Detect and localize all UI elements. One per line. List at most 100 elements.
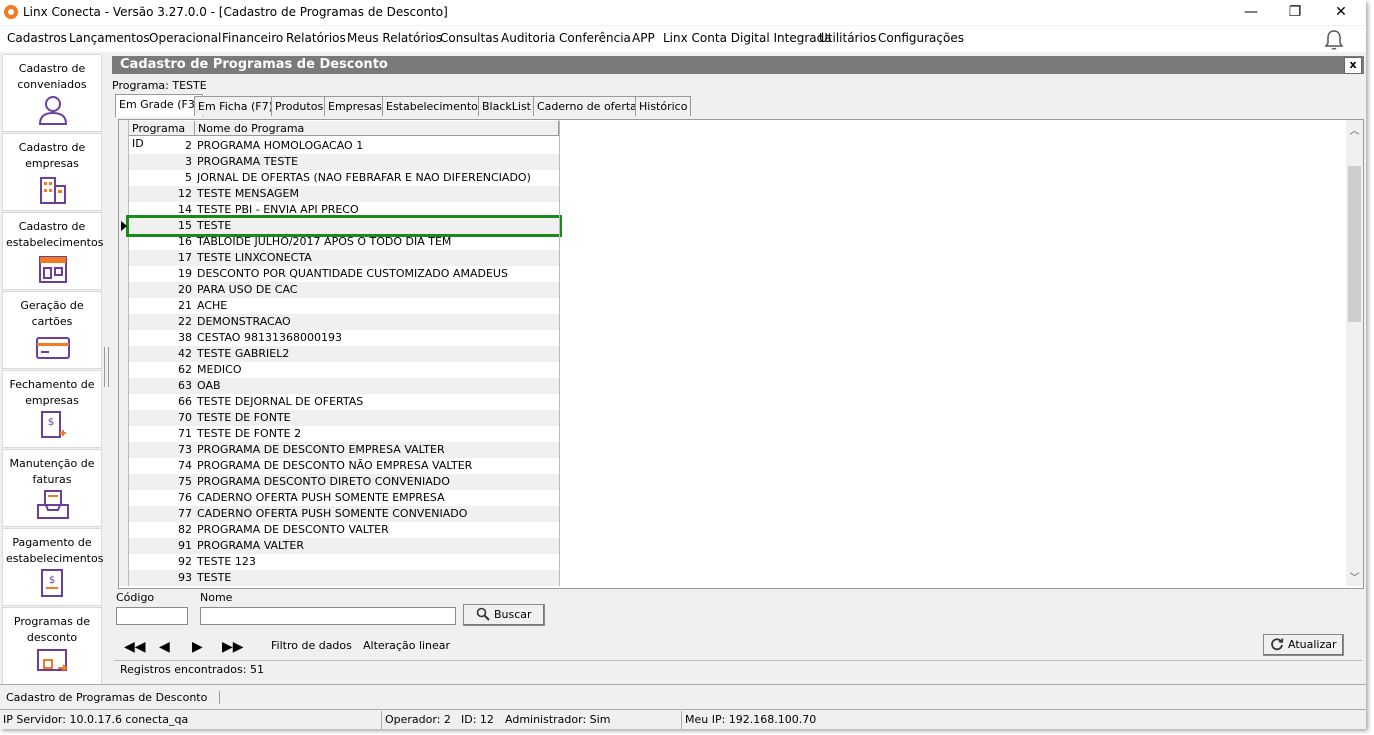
last-record-icon[interactable]: ▶▶ <box>222 640 244 654</box>
menu-cadastros[interactable]: Cadastros <box>7 31 67 45</box>
scroll-up-icon[interactable]: ︿ <box>1346 122 1363 137</box>
cell-programa-id: 82 <box>178 523 192 536</box>
column-header-programa-id[interactable]: Programa ID <box>129 121 195 150</box>
filtro-dados-link[interactable]: Filtro de dados <box>271 639 352 652</box>
table-row[interactable]: 14 TESTE PBI - ENVIA API PRECO <box>129 202 559 218</box>
programs-grid: Programa ID Nome do Programa 2 PROGRAMA H… <box>118 119 1364 589</box>
status-bar: IP Servidor: 10.0.17.6 conecta_qa Operad… <box>0 711 1366 729</box>
tab-caderno-ofertas[interactable]: Caderno de ofertas <box>533 96 647 116</box>
tab-empresas[interactable]: Empresas <box>324 96 386 116</box>
scroll-down-icon[interactable]: ﹀ <box>1346 569 1363 584</box>
table-row[interactable]: 63 OAB <box>129 378 559 394</box>
form-close-button[interactable]: x <box>1344 57 1362 74</box>
table-row[interactable]: 22 DEMONSTRACAO <box>129 314 559 330</box>
table-row[interactable]: 17 TESTE LINXCONECTA <box>129 250 559 266</box>
table-row[interactable]: 62 MEDICO <box>129 362 559 378</box>
cell-programa-id: 66 <box>178 395 192 408</box>
sidebar-splitter[interactable] <box>104 347 109 387</box>
vertical-scrollbar[interactable]: ︿ ﹀ <box>1346 120 1363 586</box>
menu-linx-conta-digital[interactable]: Linx Conta Digital Integrada <box>663 31 832 45</box>
restore-button[interactable]: ❐ <box>1272 0 1318 25</box>
first-record-icon[interactable]: ◀◀ <box>124 640 146 654</box>
table-row[interactable]: 16 TABLOIDE JULHO/2017 APOS O TODO DIA TE… <box>129 234 559 250</box>
cell-nome-programa: PROGRAMA HOMOLOGACAO 1 <box>197 139 364 152</box>
table-row[interactable]: 19 DESCONTO POR QUANTIDADE CUSTOMIZADO AM… <box>129 266 559 282</box>
buscar-button[interactable]: Buscar <box>463 604 545 626</box>
table-row[interactable]: 38 CESTAO 98131368000193 <box>129 330 559 346</box>
sidebar-item-pagamento[interactable]: Pagamento de estabelecimentos $ <box>2 528 103 606</box>
table-row[interactable]: 92 TESTE 123 <box>129 554 559 570</box>
menu-meus-relatorios[interactable]: Meus Relatórios <box>347 31 442 45</box>
table-row[interactable]: 82 PROGRAMA DE DESCONTO VALTER <box>129 522 559 538</box>
atualizar-button[interactable]: Atualizar <box>1263 634 1344 656</box>
table-row[interactable]: 5 JORNAL DE OFERTAS (NAO FEBRAFAR E NAO D… <box>129 170 559 186</box>
table-row[interactable]: 71 TESTE DE FONTE 2 <box>129 426 559 442</box>
sidebar-item-label: Cadastro de empresas <box>18 141 86 170</box>
tab-historico[interactable]: Histórico <box>635 96 692 116</box>
table-row[interactable]: 12 TESTE MENSAGEM <box>129 186 559 202</box>
cell-nome-programa: TESTE <box>197 219 232 232</box>
records-count: Registros encontrados: 51 <box>114 660 1362 678</box>
close-window-button[interactable]: ✕ <box>1318 0 1364 25</box>
cell-nome-programa: CESTAO 98131368000193 <box>197 331 342 344</box>
sidebar-item-faturas[interactable]: Manutenção de faturas <box>2 449 102 527</box>
tab-blacklist[interactable]: BlackList <box>478 96 535 116</box>
sidebar-item-programas-desconto[interactable]: Programas de desconto <box>2 607 102 685</box>
next-record-icon[interactable]: ▶ <box>192 640 203 654</box>
table-row[interactable]: 91 PROGRAMA VALTER <box>129 538 559 554</box>
cell-nome-programa: TESTE DEJORNAL DE OFERTAS <box>197 395 364 408</box>
sidebar-item-label: Programas de desconto <box>13 615 91 644</box>
minimize-button[interactable]: — <box>1228 0 1274 25</box>
table-row[interactable]: 2 PROGRAMA HOMOLOGACAO 1 <box>129 138 559 154</box>
codigo-input[interactable] <box>116 607 188 625</box>
cell-programa-id: 63 <box>178 379 192 392</box>
prev-record-icon[interactable]: ◀ <box>159 640 170 654</box>
table-row-selected[interactable]: 15 TESTE <box>126 215 562 237</box>
menu-conferencia[interactable]: Conferência <box>559 31 631 45</box>
table-row[interactable]: 93 TESTE <box>129 570 559 586</box>
cell-programa-id: 12 <box>178 187 192 200</box>
cell-nome-programa: PROGRAMA DE DESCONTO NÃO EMPRESA VALTER <box>197 459 473 472</box>
table-row[interactable]: 70 TESTE DE FONTE <box>129 410 559 426</box>
tab-em-ficha[interactable]: Em Ficha (F7) <box>194 96 277 116</box>
cell-programa-id: 73 <box>178 443 192 456</box>
menu-configuracoes[interactable]: Configurações <box>878 31 964 45</box>
menu-financeiro[interactable]: Financeiro <box>222 31 283 45</box>
sidebar-item-conveniados[interactable]: Cadastro de conveniados <box>2 54 102 132</box>
tab-estabelecimentos[interactable]: Estabelecimentos <box>382 96 488 116</box>
table-row[interactable]: 21 ACHE <box>129 298 559 314</box>
table-row[interactable]: 75 PROGRAMA DESCONTO DIRETO CONVENIADO <box>129 474 559 490</box>
table-row[interactable]: 20 PARA USO DE CAC <box>129 282 559 298</box>
sidebar-item-estabelecimentos[interactable]: Cadastro de estabelecimentos <box>2 212 103 290</box>
cell-nome-programa: TESTE GABRIEL2 <box>197 347 290 360</box>
sidebar-item-empresas[interactable]: Cadastro de empresas <box>2 133 102 211</box>
menu-app[interactable]: APP <box>632 31 655 45</box>
scrollbar-thumb[interactable] <box>1348 166 1361 322</box>
table-row[interactable]: 42 TESTE GABRIEL2 <box>129 346 559 362</box>
cell-nome-programa: MEDICO <box>197 363 242 376</box>
payment-doc-icon: $ <box>41 569 63 597</box>
menu-lancamentos[interactable]: Lançamentos <box>69 31 150 45</box>
alteracao-linear-link[interactable]: Alteração linear <box>363 639 450 652</box>
cell-programa-id: 91 <box>178 539 192 552</box>
sidebar-item-cartoes[interactable]: Geração de cartões <box>2 291 102 369</box>
open-form-tab[interactable]: Cadastro de Programas de Desconto <box>6 691 221 704</box>
tab-produtos[interactable]: Produtos <box>271 96 328 116</box>
menu-auditoria[interactable]: Auditoria <box>501 31 555 45</box>
notification-bell-icon[interactable] <box>1324 29 1344 55</box>
table-row[interactable]: 76 CADERNO OFERTA PUSH SOMENTE EMPRESA <box>129 490 559 506</box>
menu-operacional[interactable]: Operacional <box>149 31 221 45</box>
cell-programa-id: 74 <box>178 459 192 472</box>
column-header-nome-programa[interactable]: Nome do Programa <box>195 121 559 136</box>
menu-utilitarios[interactable]: Utilitários <box>819 31 876 45</box>
menu-relatorios[interactable]: Relatórios <box>286 31 346 45</box>
sidebar-item-fechamento[interactable]: Fechamento de empresas $ <box>2 370 102 448</box>
table-row[interactable]: 77 CADERNO OFERTA PUSH SOMENTE CONVENIADO <box>129 506 559 522</box>
nome-input[interactable] <box>200 607 456 625</box>
table-row[interactable]: 66 TESTE DEJORNAL DE OFERTAS <box>129 394 559 410</box>
table-row[interactable]: 3 PROGRAMA TESTE <box>129 154 559 170</box>
tab-em-grade[interactable]: Em Grade (F3) <box>115 94 204 117</box>
menu-consultas[interactable]: Consultas <box>440 31 499 45</box>
table-row[interactable]: 73 PROGRAMA DE DESCONTO EMPRESA VALTER <box>129 442 559 458</box>
table-row[interactable]: 74 PROGRAMA DE DESCONTO NÃO EMPRESA VALTE… <box>129 458 559 474</box>
